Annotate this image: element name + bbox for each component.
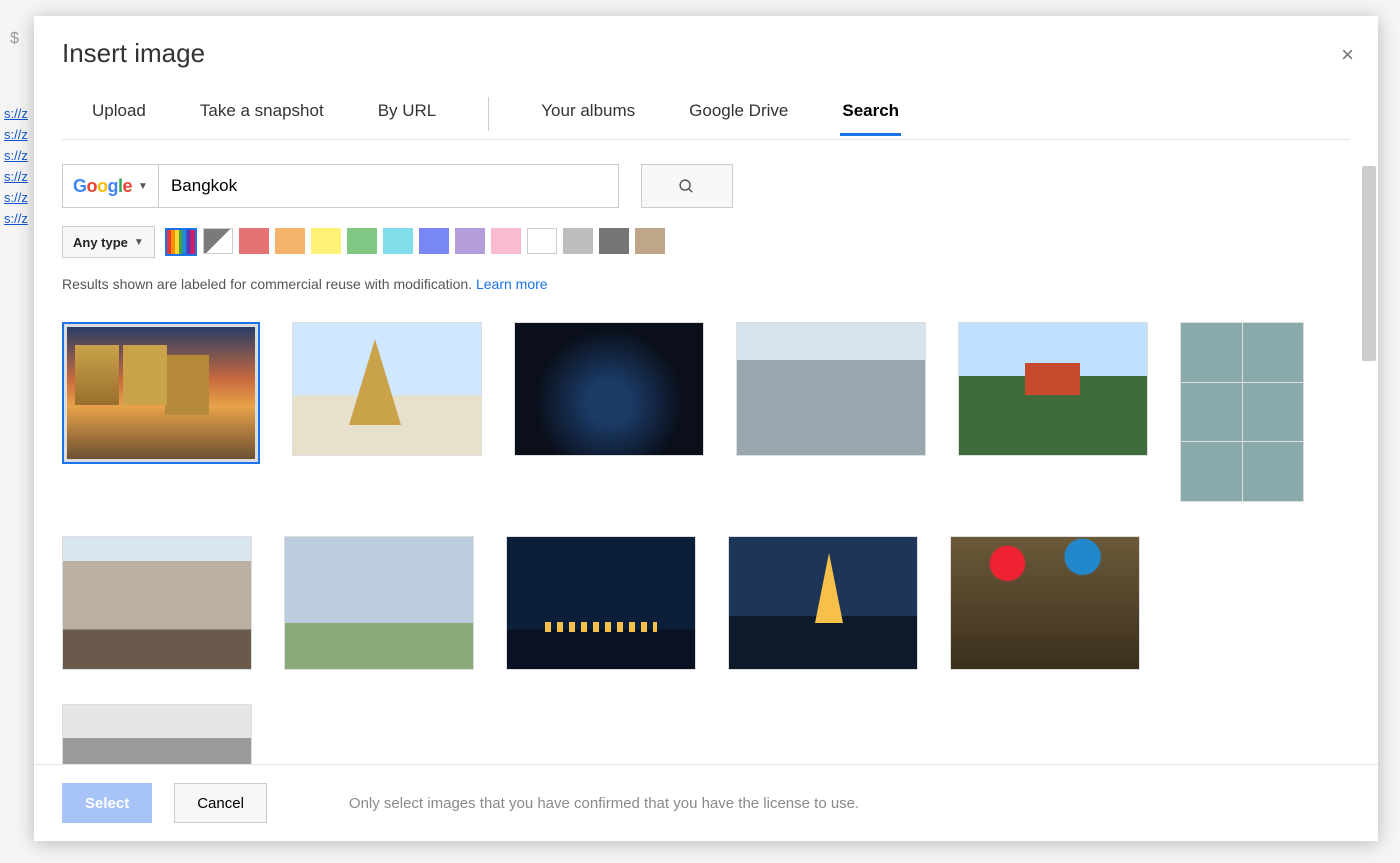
- color-swatch-rainbow[interactable]: [165, 228, 197, 256]
- thumbnail-image: [959, 323, 1147, 455]
- google-logo: Google: [73, 176, 132, 197]
- search-bar-row: Google ▼: [62, 164, 1350, 208]
- search-provider-dropdown[interactable]: Google ▼: [62, 164, 159, 208]
- color-swatch-mono[interactable]: [203, 228, 233, 254]
- color-swatch-darkgray[interactable]: [599, 228, 629, 254]
- thumbnail-image: [285, 537, 473, 669]
- type-filter-dropdown[interactable]: Any type ▼: [62, 226, 155, 258]
- chevron-down-icon: ▼: [138, 181, 148, 192]
- result-thumbnail[interactable]: [506, 536, 696, 670]
- color-swatch-gray[interactable]: [563, 228, 593, 254]
- tab-your-albums[interactable]: Your albums: [539, 101, 637, 135]
- close-button[interactable]: ×: [1341, 44, 1354, 66]
- result-thumbnail[interactable]: [292, 322, 482, 456]
- learn-more-link[interactable]: Learn more: [476, 276, 548, 292]
- footer-note: Only select images that you have confirm…: [349, 795, 859, 812]
- result-thumbnail[interactable]: [514, 322, 704, 456]
- thumbnail-image: [737, 323, 925, 455]
- dialog-body: Google ▼ Any type ▼ Results shown are la…: [34, 140, 1378, 764]
- insert-image-dialog: Insert image × Upload Take a snapshot By…: [34, 16, 1378, 841]
- search-input[interactable]: [159, 164, 619, 208]
- dialog-footer: Select Cancel Only select images that yo…: [34, 764, 1378, 841]
- tab-upload[interactable]: Upload: [90, 101, 148, 135]
- filters-row: Any type ▼: [62, 226, 1350, 258]
- thumbnail-image: [515, 323, 703, 455]
- thumbnail-image: [63, 705, 251, 764]
- thumbnail-image: [1181, 323, 1303, 501]
- color-swatch-green[interactable]: [347, 228, 377, 254]
- type-filter-label: Any type: [73, 235, 128, 250]
- search-input-group: Google ▼: [62, 164, 619, 208]
- thumbnail-image: [293, 323, 481, 455]
- search-button[interactable]: [641, 164, 733, 208]
- vertical-scrollbar[interactable]: [1362, 166, 1376, 361]
- thumbnail-image: [951, 537, 1139, 669]
- color-swatch-yellow[interactable]: [311, 228, 341, 254]
- background-cell-indicator: $: [10, 30, 19, 48]
- result-thumbnail[interactable]: [950, 536, 1140, 670]
- cancel-button[interactable]: Cancel: [174, 783, 267, 823]
- color-swatch-purple[interactable]: [455, 228, 485, 254]
- color-swatch-pink[interactable]: [491, 228, 521, 254]
- thumbnail-image: [729, 537, 917, 669]
- color-swatch-red[interactable]: [239, 228, 269, 254]
- color-swatch-orange[interactable]: [275, 228, 305, 254]
- thumbnail-image: [67, 327, 255, 459]
- color-swatch-teal[interactable]: [383, 228, 413, 254]
- tab-by-url[interactable]: By URL: [376, 101, 439, 135]
- result-thumbnail[interactable]: [62, 704, 252, 764]
- result-thumbnail[interactable]: [958, 322, 1148, 456]
- search-icon: [678, 178, 695, 195]
- tab-search[interactable]: Search: [840, 101, 901, 135]
- result-thumbnail[interactable]: [284, 536, 474, 670]
- result-thumbnail[interactable]: [1180, 322, 1304, 502]
- thumbnail-image: [63, 537, 251, 669]
- select-button[interactable]: Select: [62, 783, 152, 823]
- tab-google-drive[interactable]: Google Drive: [687, 101, 790, 135]
- chevron-down-icon: ▼: [134, 237, 144, 248]
- source-tabs: Upload Take a snapshot By URL Your album…: [62, 97, 1350, 140]
- color-swatch-brown[interactable]: [635, 228, 665, 254]
- result-thumbnail[interactable]: [62, 322, 260, 464]
- license-note: Results shown are labeled for commercial…: [62, 276, 1350, 292]
- result-thumbnail[interactable]: [62, 536, 252, 670]
- background-spreadsheet-links: s://zs://z s://zs://z s://zs://z: [0, 100, 28, 232]
- dialog-title: Insert image: [62, 38, 1350, 69]
- dialog-header: Insert image × Upload Take a snapshot By…: [34, 16, 1378, 140]
- thumbnail-image: [507, 537, 695, 669]
- tab-divider: [488, 97, 489, 131]
- result-thumbnail[interactable]: [736, 322, 926, 456]
- tab-snapshot[interactable]: Take a snapshot: [198, 101, 326, 135]
- result-thumbnail[interactable]: [728, 536, 918, 670]
- color-swatch-white[interactable]: [527, 228, 557, 254]
- color-filter-swatches: [165, 228, 665, 256]
- color-swatch-blue[interactable]: [419, 228, 449, 254]
- search-results-grid: [62, 322, 1350, 764]
